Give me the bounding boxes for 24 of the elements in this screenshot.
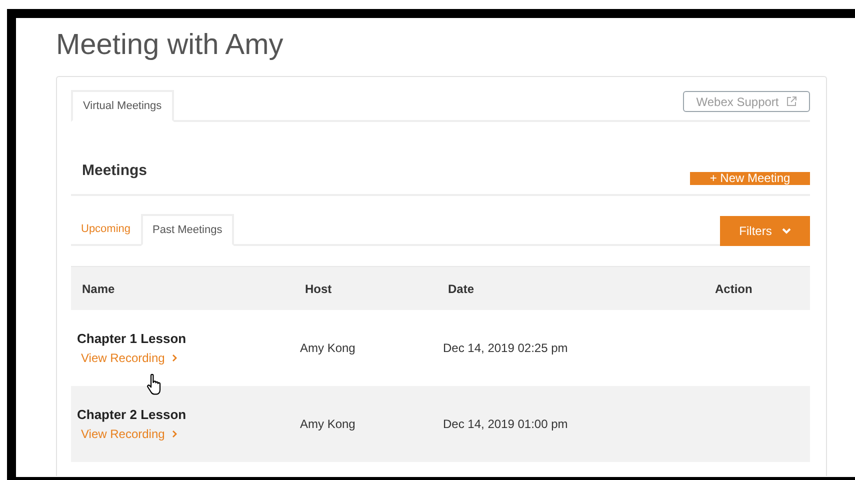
column-header: Action [715,282,754,296]
chevron-right-icon [172,430,177,438]
column-header: Host [305,282,333,296]
meeting-name: Chapter 2 Lesson [77,407,186,422]
section-title: Meetings [82,162,148,179]
tab[interactable]: Virtual Meetings [71,90,174,122]
tab[interactable]: Upcoming [71,214,141,244]
view-recording-link[interactable]: View Recording [81,427,177,441]
date-cell-text: Dec 14, 2019 01:00 pm [443,417,569,431]
tab[interactable]: Past Meetings [140,214,234,246]
meeting-name: Chapter 1 Lesson [77,331,186,346]
host-cell-text: Amy Kong [300,341,356,355]
column-header: Date [448,282,476,296]
external-link-icon [786,96,797,107]
chevron-down-icon [782,228,791,234]
webex-support-link[interactable]: Webex Support [683,91,810,112]
date-cell-text: Dec 14, 2019 02:25 pm [443,341,569,355]
page-title: Meeting with Amy [56,28,284,63]
chevron-right-icon [172,354,177,362]
filters-button[interactable]: Filters [720,216,810,246]
column-header: Name [82,282,116,296]
new-meeting-button[interactable]: + New Meeting [690,172,810,185]
view-recording-link[interactable]: View Recording [81,351,177,365]
host-cell-text: Amy Kong [300,417,356,431]
